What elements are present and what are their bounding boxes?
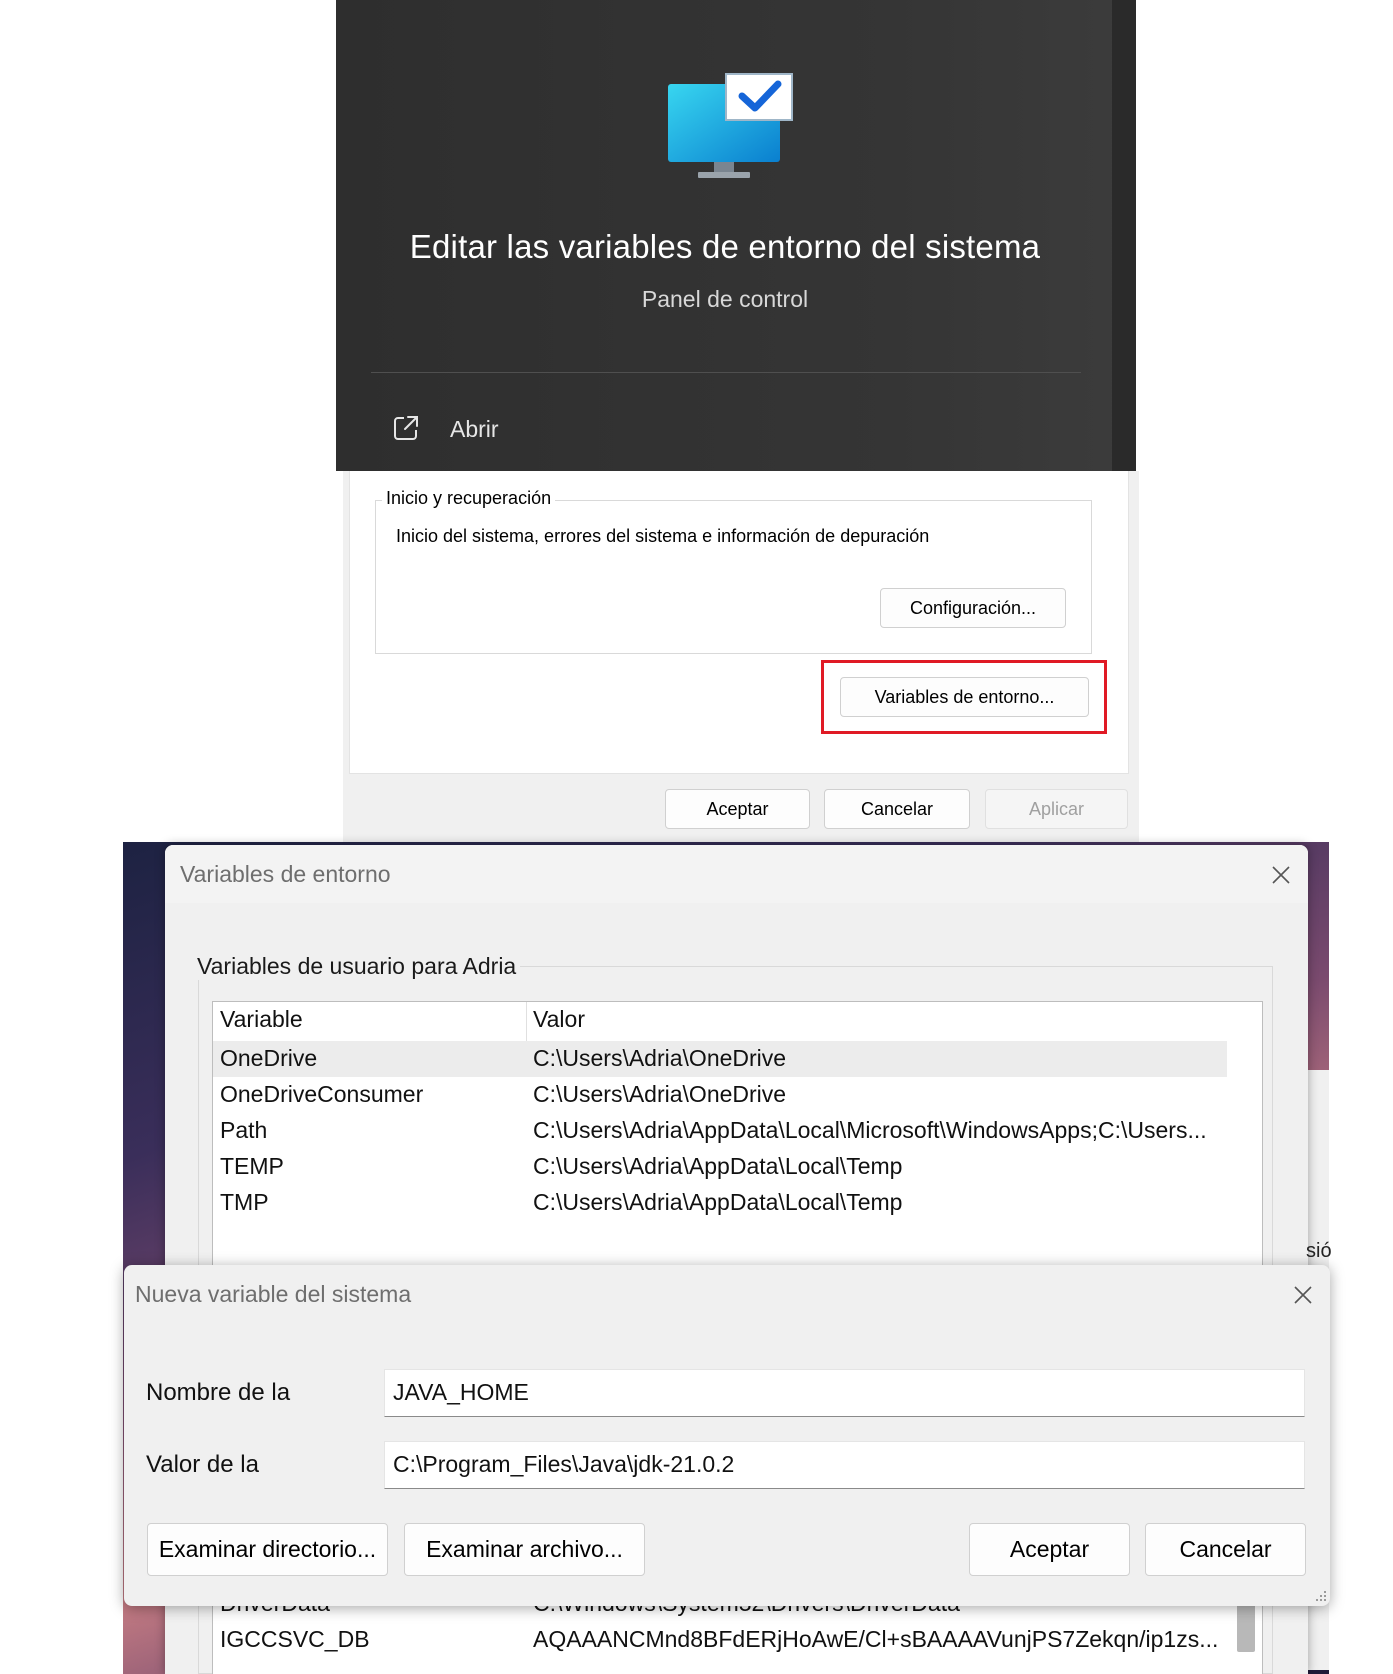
variable-name-field[interactable]: JAVA_HOME xyxy=(384,1369,1305,1417)
table-header: Variable Valor xyxy=(213,1002,1227,1041)
variable-value: C:\Users\Adria\OneDrive xyxy=(533,1081,787,1107)
variable-value: C:\Users\Adria\AppData\Local\Temp xyxy=(533,1153,903,1179)
cancel-button[interactable]: Cancelar xyxy=(824,789,970,829)
cancel-button[interactable]: Cancelar xyxy=(1145,1523,1306,1576)
variable-value-label: Valor de la xyxy=(146,1451,259,1478)
open-action[interactable]: Abrir xyxy=(392,410,592,450)
open-external-icon xyxy=(394,416,418,440)
variable-value: C:\Users\Adria\OneDrive xyxy=(533,1045,787,1071)
system-properties-dialog: Inicio y recuperación Inicio del sistema… xyxy=(343,471,1139,842)
startup-recovery-label: Inicio y recuperación xyxy=(382,488,556,509)
card-subtitle: Panel de control xyxy=(641,286,809,312)
table-row[interactable]: Path C:\Users\Adria\AppData\Local\Micros… xyxy=(213,1113,1227,1149)
open-label: Abrir xyxy=(450,416,499,442)
resize-grip-icon[interactable] xyxy=(1312,1587,1328,1603)
ok-button[interactable]: Aceptar xyxy=(969,1523,1130,1576)
variable-name: TEMP xyxy=(220,1153,284,1179)
variable-value-field[interactable]: C:\Program_Files\Java\jdk-21.0.2 xyxy=(384,1441,1305,1489)
startup-recovery-description: Inicio del sistema, errores del sistema … xyxy=(396,526,930,546)
variable-value: C:\Users\Adria\AppData\Local\Microsoft\W… xyxy=(533,1117,1207,1143)
control-panel-monitor-icon xyxy=(668,73,793,178)
divider xyxy=(371,372,1081,373)
startup-settings-button[interactable]: Configuración... xyxy=(880,588,1066,628)
browse-directory-button[interactable]: Examinar directorio... xyxy=(147,1523,388,1576)
dialog-title: Variables de entorno xyxy=(180,861,391,887)
table-row[interactable]: IGCCSVC_DB AQAAANCMnd8BFdERjHoAwE/Cl+sBA… xyxy=(213,1622,1227,1658)
column-separator xyxy=(526,1002,527,1041)
background-window-text: sió xyxy=(1306,1240,1332,1262)
variable-name: OneDrive xyxy=(220,1045,318,1071)
card-title: Editar las variables de entorno del sist… xyxy=(409,228,1041,265)
variable-name: Path xyxy=(220,1117,268,1143)
user-variables-label: Variables de usuario para Adria xyxy=(193,953,521,980)
column-header-value[interactable]: Valor xyxy=(533,1006,1223,1033)
dialog-title: Nueva variable del sistema xyxy=(135,1281,412,1307)
variable-value: C:\Users\Adria\AppData\Local\Temp xyxy=(533,1189,903,1215)
variable-value: AQAAANCMnd8BFdERjHoAwE/Cl+sBAAAAVunjPS7Z… xyxy=(533,1626,1219,1652)
new-system-variable-dialog: Nueva variable del sistema Nombre de la … xyxy=(124,1265,1330,1606)
column-header-variable[interactable]: Variable xyxy=(220,1006,303,1033)
table-row[interactable]: TMP C:\Users\Adria\AppData\Local\Temp xyxy=(213,1185,1227,1221)
browse-file-button[interactable]: Examinar archivo... xyxy=(404,1523,645,1576)
close-icon[interactable] xyxy=(1261,855,1301,895)
environment-variables-button[interactable]: Variables de entorno... xyxy=(840,677,1089,717)
apply-button[interactable]: Aplicar xyxy=(985,789,1128,829)
table-row[interactable]: TEMP C:\Users\Adria\AppData\Local\Temp xyxy=(213,1149,1227,1185)
variable-name-label: Nombre de la xyxy=(146,1379,291,1406)
ok-button[interactable]: Aceptar xyxy=(665,789,810,829)
startup-recovery-group xyxy=(375,500,1092,654)
table-row[interactable]: OneDriveConsumer C:\Users\Adria\OneDrive xyxy=(213,1077,1227,1113)
search-result-card: Editar las variables de entorno del sist… xyxy=(336,0,1136,471)
table-row[interactable]: OneDrive C:\Users\Adria\OneDrive xyxy=(213,1041,1227,1077)
variable-name: TMP xyxy=(220,1189,269,1215)
variable-name: IGCCSVC_DB xyxy=(220,1626,370,1652)
close-icon[interactable] xyxy=(1283,1275,1323,1315)
variable-name: OneDriveConsumer xyxy=(220,1081,424,1107)
card-edge xyxy=(1112,0,1136,471)
